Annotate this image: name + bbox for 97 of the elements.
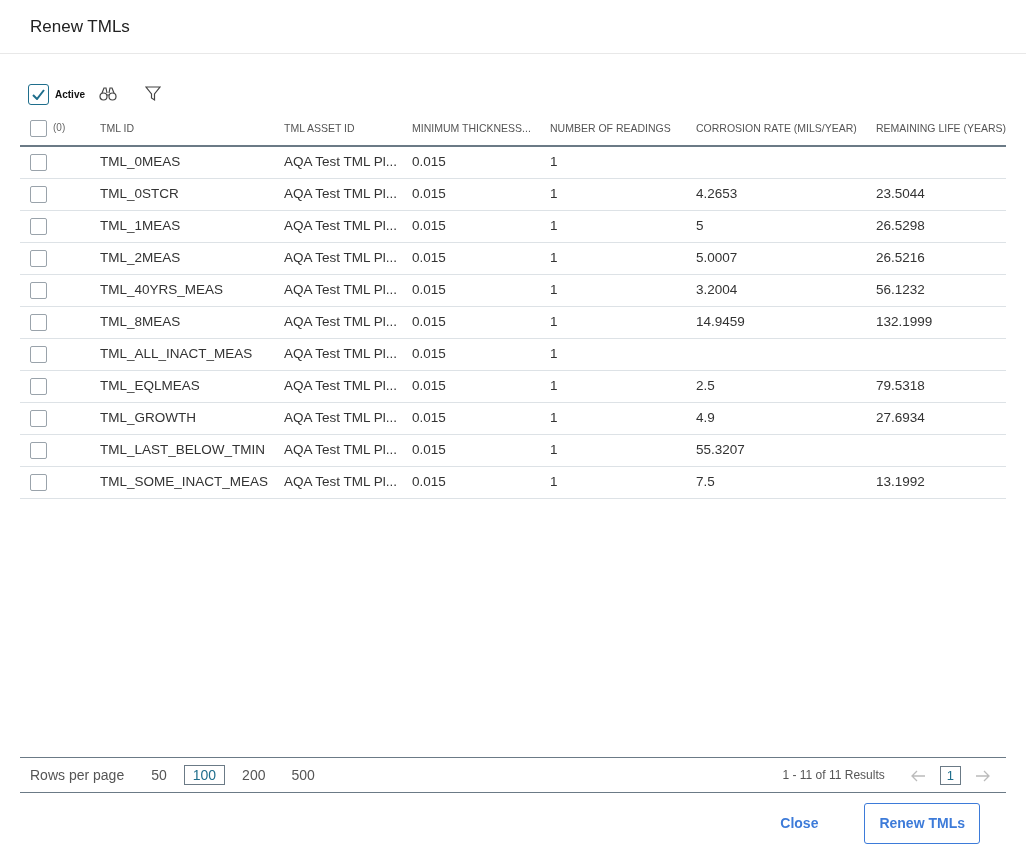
checkbox[interactable] bbox=[30, 441, 47, 459]
table-cell: 5 bbox=[696, 217, 704, 233]
binoculars-icon[interactable] bbox=[99, 87, 117, 101]
table-cell: 4.9 bbox=[696, 409, 715, 425]
table-cell: 2.5 bbox=[696, 377, 715, 393]
table-cell: 1 bbox=[550, 154, 558, 170]
rows-per-page-label: Rows per page bbox=[30, 765, 125, 785]
checkbox[interactable] bbox=[30, 409, 47, 427]
table-cell: AQA Test TML Pl... bbox=[284, 281, 398, 297]
table-cell: 1 bbox=[550, 473, 558, 489]
table-cell: 1 bbox=[550, 313, 558, 329]
table-cell: 1 bbox=[550, 441, 558, 457]
column-header[interactable]: REMAINING LIFE (YEARS) bbox=[876, 121, 1007, 134]
table-cell: AQA Test TML Pl... bbox=[284, 409, 398, 425]
table-cell: AQA Test TML Pl... bbox=[284, 217, 398, 233]
table-cell: 1 bbox=[550, 409, 558, 425]
table-cell: 1 bbox=[550, 217, 558, 233]
table-cell: 4.2653 bbox=[696, 185, 738, 201]
table-cell: 3.2004 bbox=[696, 281, 738, 297]
column-header[interactable]: CORROSION RATE (MILS/YEAR) bbox=[696, 121, 857, 134]
checkbox[interactable] bbox=[30, 154, 47, 172]
table-cell: TML_GROWTH bbox=[100, 409, 196, 425]
page-size-option[interactable]: 50 bbox=[142, 765, 176, 785]
left-arrow-icon bbox=[910, 769, 926, 782]
results-range: 1 - 11 of 11 Results bbox=[782, 767, 885, 784]
checkbox[interactable] bbox=[30, 313, 47, 331]
table-cell: AQA Test TML Pl... bbox=[284, 313, 398, 329]
table-cell: 5.0007 bbox=[696, 249, 738, 265]
table-cell: 132.1999 bbox=[876, 313, 933, 329]
table-cell: 79.5318 bbox=[876, 377, 925, 393]
table-cell: TML_0MEAS bbox=[100, 154, 181, 170]
table-cell: 1 bbox=[550, 185, 558, 201]
table-cell: 0.015 bbox=[412, 345, 446, 361]
checkmark-icon bbox=[32, 88, 45, 100]
table-cell: 0.015 bbox=[412, 217, 446, 233]
table-cell: 0.015 bbox=[412, 313, 446, 329]
table-cell: TML_EQLMEAS bbox=[100, 377, 200, 393]
right-arrow-icon bbox=[975, 769, 990, 782]
table-cell: TML_2MEAS bbox=[100, 249, 181, 265]
column-header[interactable]: TML ID bbox=[100, 121, 135, 134]
column-header[interactable]: TML ASSET ID bbox=[284, 121, 355, 134]
table-cell: 13.1992 bbox=[876, 473, 925, 489]
table-cell: TML_LAST_BELOW_TMIN bbox=[100, 441, 266, 457]
table-cell: 14.9459 bbox=[696, 313, 745, 329]
table-cell: AQA Test TML Pl... bbox=[284, 249, 398, 265]
table-cell: 1 bbox=[550, 281, 558, 297]
table-cell: 27.6934 bbox=[876, 409, 925, 425]
renew-button[interactable]: Renew TMLs bbox=[864, 803, 980, 844]
table-cell: 1 bbox=[550, 345, 558, 361]
table-cell: 26.5298 bbox=[876, 217, 925, 233]
checkbox[interactable] bbox=[30, 120, 47, 137]
table-cell: 1 bbox=[550, 377, 558, 393]
table-cell: 0.015 bbox=[412, 377, 446, 393]
table-cell: AQA Test TML Pl... bbox=[284, 185, 398, 201]
checkbox[interactable] bbox=[30, 345, 47, 363]
checkbox[interactable] bbox=[30, 377, 47, 395]
table-cell: AQA Test TML Pl... bbox=[284, 154, 398, 170]
table-cell: TML_40YRS_MEAS bbox=[100, 281, 224, 297]
table-cell: AQA Test TML Pl... bbox=[284, 441, 398, 457]
checkbox[interactable] bbox=[30, 217, 47, 235]
table-cell: 0.015 bbox=[412, 185, 446, 201]
table-cell: TML_0STCR bbox=[100, 185, 179, 201]
checkbox[interactable] bbox=[30, 281, 47, 299]
column-header[interactable]: NUMBER OF READINGS bbox=[550, 121, 671, 134]
table-cell: 26.5216 bbox=[876, 249, 925, 265]
page-number[interactable]: 1 bbox=[939, 765, 961, 785]
table-cell: 55.3207 bbox=[696, 441, 745, 457]
table-cell: TML_ALL_INACT_MEAS bbox=[100, 345, 253, 361]
page-size-option[interactable]: 200 bbox=[233, 765, 275, 785]
page-size-option[interactable]: 100 bbox=[183, 765, 226, 785]
table-cell: AQA Test TML Pl... bbox=[284, 377, 398, 393]
table-cell: 0.015 bbox=[412, 473, 446, 489]
table-cell: 0.015 bbox=[412, 441, 446, 457]
checkbox[interactable] bbox=[30, 473, 47, 491]
table-cell: 1 bbox=[550, 249, 558, 265]
checkbox[interactable] bbox=[30, 249, 47, 267]
table-cell: AQA Test TML Pl... bbox=[284, 345, 398, 361]
table-cell: TML_8MEAS bbox=[100, 313, 181, 329]
active-label: Active bbox=[55, 87, 85, 102]
filter-icon[interactable] bbox=[145, 86, 161, 102]
close-button[interactable]: Close bbox=[774, 812, 825, 835]
table-cell: TML_1MEAS bbox=[100, 217, 181, 233]
table-cell: 0.015 bbox=[412, 409, 446, 425]
table-cell: 0.015 bbox=[412, 281, 446, 297]
table-cell: 7.5 bbox=[696, 473, 715, 489]
checkbox[interactable] bbox=[30, 185, 47, 203]
checkbox[interactable] bbox=[28, 83, 49, 105]
selected-count: (0) bbox=[53, 122, 66, 134]
table-cell: 0.015 bbox=[412, 154, 446, 170]
table-cell: 0.015 bbox=[412, 249, 446, 265]
table-cell: 56.1232 bbox=[876, 281, 925, 297]
column-header[interactable]: MINIMUM THICKNESS... bbox=[412, 121, 531, 134]
table-cell: AQA Test TML Pl... bbox=[284, 473, 398, 489]
page-size-option[interactable]: 500 bbox=[282, 765, 324, 785]
table-cell: 23.5044 bbox=[876, 185, 925, 201]
dialog-title: Renew TMLs bbox=[30, 17, 130, 36]
table-cell: TML_SOME_INACT_MEAS bbox=[100, 473, 269, 489]
